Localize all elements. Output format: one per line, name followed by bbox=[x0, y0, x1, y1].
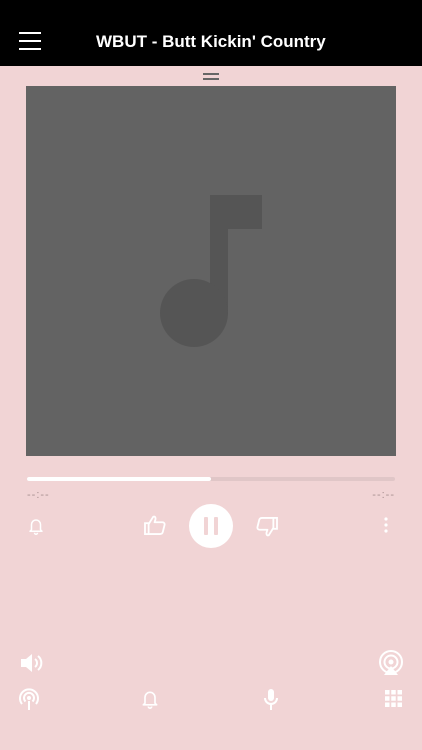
microphone-icon[interactable] bbox=[263, 688, 279, 712]
header-bar: WBUT - Butt Kickin' Country bbox=[0, 0, 422, 66]
elapsed-time: --:-- bbox=[27, 489, 50, 501]
airplay-icon[interactable] bbox=[377, 650, 405, 676]
grid-icon[interactable] bbox=[385, 690, 402, 707]
progress-bar[interactable] bbox=[27, 477, 395, 481]
pause-button[interactable] bbox=[189, 504, 233, 548]
volume-icon[interactable] bbox=[19, 652, 45, 674]
remaining-time: --:-- bbox=[372, 489, 395, 501]
bell-icon[interactable] bbox=[27, 517, 45, 535]
more-vertical-icon[interactable] bbox=[383, 517, 389, 533]
podcast-icon[interactable] bbox=[18, 688, 40, 712]
album-artwork bbox=[26, 86, 396, 456]
progress-fill bbox=[27, 477, 211, 481]
music-note-icon bbox=[160, 195, 262, 347]
bell-icon[interactable] bbox=[140, 688, 160, 710]
thumbs-down-icon[interactable] bbox=[256, 517, 278, 537]
drag-handle-icon[interactable] bbox=[203, 73, 219, 81]
pause-icon bbox=[204, 517, 208, 535]
hamburger-menu-icon[interactable] bbox=[19, 30, 41, 52]
station-title: WBUT - Butt Kickin' Country bbox=[96, 32, 326, 51]
thumbs-up-icon[interactable] bbox=[144, 515, 166, 535]
